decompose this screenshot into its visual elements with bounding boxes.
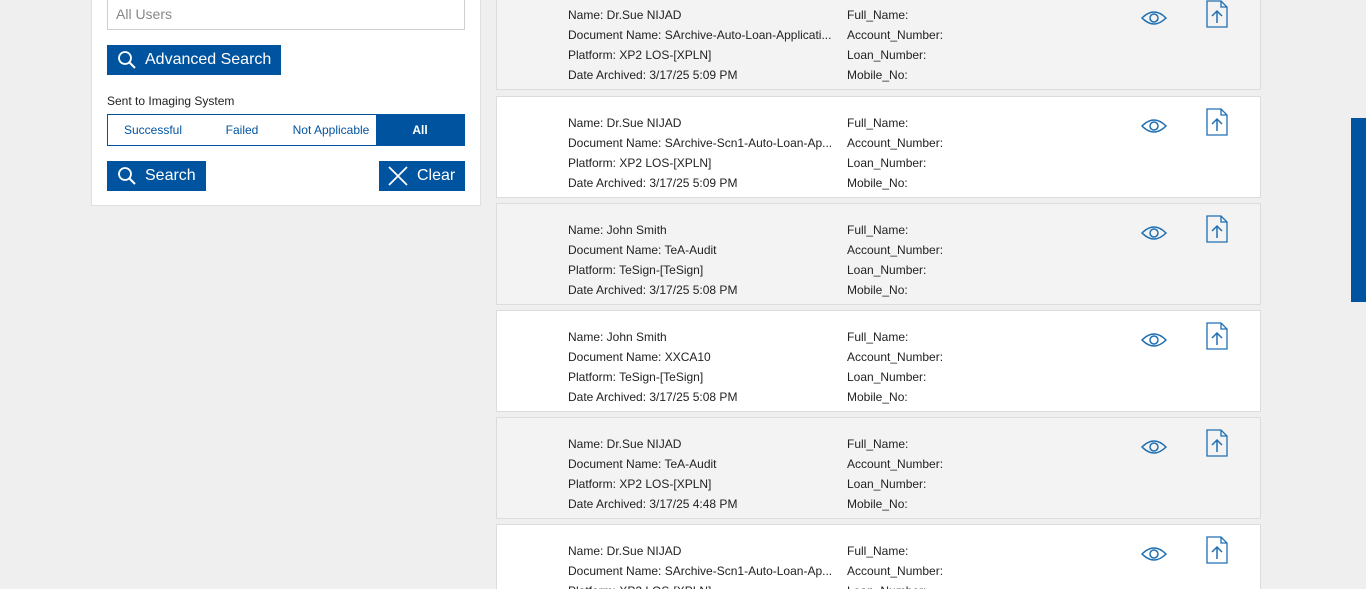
clear-button[interactable]: Clear (379, 161, 465, 191)
upload-file-icon[interactable] (1206, 215, 1228, 243)
result-account-number: Account_Number: (847, 350, 944, 364)
side-tab-handle[interactable] (1351, 118, 1366, 302)
imaging-status-segmented-control: Successful Failed Not Applicable All (107, 114, 465, 146)
result-name: Name: John Smith (568, 223, 667, 237)
result-date-archived: Date Archived: 3/17/25 4:48 PM (568, 497, 738, 511)
result-platform: Platform: XP2 LOS-[XPLN] (568, 48, 712, 62)
result-card: Name: Dr.Sue NIJAD Document Name: SArchi… (496, 96, 1261, 198)
result-name: Name: Dr.Sue NIJAD (568, 544, 682, 558)
result-account-number: Account_Number: (847, 457, 944, 471)
search-icon (118, 167, 136, 185)
result-account-number: Account_Number: (847, 243, 944, 257)
result-mobile-no: Mobile_No: (847, 283, 908, 297)
eye-icon[interactable] (1141, 9, 1167, 27)
result-platform: Platform: TeSign-[TeSign] (568, 263, 704, 277)
segment-failed[interactable]: Failed (198, 115, 286, 145)
upload-file-icon[interactable] (1206, 429, 1228, 457)
sent-to-imaging-label: Sent to Imaging System (107, 94, 235, 108)
result-full-name: Full_Name: (847, 223, 909, 237)
result-account-number: Account_Number: (847, 564, 944, 578)
result-mobile-no: Mobile_No: (847, 176, 908, 190)
result-loan-number: Loan_Number: (847, 370, 927, 384)
result-name: Name: Dr.Sue NIJAD (568, 116, 682, 130)
result-metadata: Full_Name: Account_Number: Loan_Number: … (847, 220, 943, 300)
eye-icon[interactable] (1141, 117, 1167, 135)
search-button[interactable]: Search (107, 161, 206, 191)
result-date-archived: Date Archived: 3/17/25 5:08 PM (568, 390, 738, 404)
result-details: Name: John Smith Document Name: TeA-Audi… (568, 220, 833, 300)
search-icon (118, 51, 136, 69)
segment-successful[interactable]: Successful (108, 115, 198, 145)
segment-not-applicable[interactable]: Not Applicable (286, 115, 376, 145)
result-metadata: Full_Name: Account_Number: Loan_Number: (847, 541, 943, 589)
result-document-name: Document Name: TeA-Audit (568, 457, 717, 471)
result-full-name: Full_Name: (847, 330, 909, 344)
upload-file-icon[interactable] (1206, 322, 1228, 350)
result-card: Name: John Smith Document Name: TeA-Audi… (496, 203, 1261, 305)
result-card: Name: John Smith Document Name: XXCA10 P… (496, 310, 1261, 412)
result-date-archived: Date Archived: 3/17/25 5:08 PM (568, 283, 738, 297)
result-account-number: Account_Number: (847, 136, 944, 150)
result-platform: Platform: XP2 LOS-[XPLN] (568, 156, 712, 170)
result-document-name: Document Name: XXCA10 (568, 350, 711, 364)
result-details: Name: Dr.Sue NIJAD Document Name: SArchi… (568, 541, 833, 589)
result-details: Name: Dr.Sue NIJAD Document Name: SArchi… (568, 113, 833, 193)
result-full-name: Full_Name: (847, 437, 909, 451)
result-loan-number: Loan_Number: (847, 581, 943, 589)
eye-icon[interactable] (1141, 331, 1167, 349)
result-details: Name: John Smith Document Name: XXCA10 P… (568, 327, 833, 407)
result-name: Name: Dr.Sue NIJAD (568, 8, 682, 22)
upload-file-icon[interactable] (1206, 108, 1228, 136)
result-metadata: Full_Name: Account_Number: Loan_Number: … (847, 113, 943, 193)
result-loan-number: Loan_Number: (847, 263, 927, 277)
upload-file-icon[interactable] (1206, 536, 1228, 564)
result-details: Name: Dr.Sue NIJAD Document Name: TeA-Au… (568, 434, 833, 514)
result-metadata: Full_Name: Account_Number: Loan_Number: … (847, 5, 943, 85)
upload-file-icon[interactable] (1206, 0, 1228, 28)
result-document-name: Document Name: SArchive-Auto-Loan-Applic… (568, 28, 832, 42)
result-name: Name: Dr.Sue NIJAD (568, 437, 682, 451)
filter-panel: All Users Advanced Search Sent to Imagin… (91, 0, 481, 206)
result-loan-number: Loan_Number: (847, 477, 927, 491)
result-card: Name: Dr.Sue NIJAD Document Name: SArchi… (496, 0, 1261, 90)
result-full-name: Full_Name: (847, 8, 909, 22)
advanced-search-label: Advanced Search (145, 51, 272, 68)
user-select[interactable]: All Users (107, 0, 465, 30)
eye-icon[interactable] (1141, 438, 1167, 456)
result-document-name: Document Name: SArchive-Scn1-Auto-Loan-A… (568, 136, 833, 150)
clear-label: Clear (417, 167, 456, 184)
result-mobile-no: Mobile_No: (847, 68, 908, 82)
result-full-name: Full_Name: (847, 116, 909, 130)
advanced-search-button[interactable]: Advanced Search (107, 45, 281, 75)
result-details: Name: Dr.Sue NIJAD Document Name: SArchi… (568, 5, 833, 85)
result-date-archived: Date Archived: 3/17/25 5:09 PM (568, 68, 738, 82)
result-card: Name: Dr.Sue NIJAD Document Name: SArchi… (496, 524, 1261, 589)
segment-all[interactable]: All (376, 115, 464, 145)
result-card: Name: Dr.Sue NIJAD Document Name: TeA-Au… (496, 417, 1261, 519)
result-platform: Platform: XP2 LOS-[XPLN] (568, 581, 833, 589)
result-mobile-no: Mobile_No: (847, 390, 908, 404)
eye-icon[interactable] (1141, 545, 1167, 563)
result-document-name: Document Name: SArchive-Scn1-Auto-Loan-A… (568, 564, 833, 578)
eye-icon[interactable] (1141, 224, 1167, 242)
search-label: Search (145, 167, 196, 184)
result-metadata: Full_Name: Account_Number: Loan_Number: … (847, 434, 943, 514)
result-loan-number: Loan_Number: (847, 48, 927, 62)
result-date-archived: Date Archived: 3/17/25 5:09 PM (568, 176, 738, 190)
result-metadata: Full_Name: Account_Number: Loan_Number: … (847, 327, 943, 407)
result-account-number: Account_Number: (847, 28, 944, 42)
result-name: Name: John Smith (568, 330, 667, 344)
result-mobile-no: Mobile_No: (847, 497, 908, 511)
result-loan-number: Loan_Number: (847, 156, 927, 170)
result-full-name: Full_Name: (847, 544, 909, 558)
close-icon (388, 166, 408, 186)
result-platform: Platform: XP2 LOS-[XPLN] (568, 477, 712, 491)
result-document-name: Document Name: TeA-Audit (568, 243, 717, 257)
result-platform: Platform: TeSign-[TeSign] (568, 370, 704, 384)
